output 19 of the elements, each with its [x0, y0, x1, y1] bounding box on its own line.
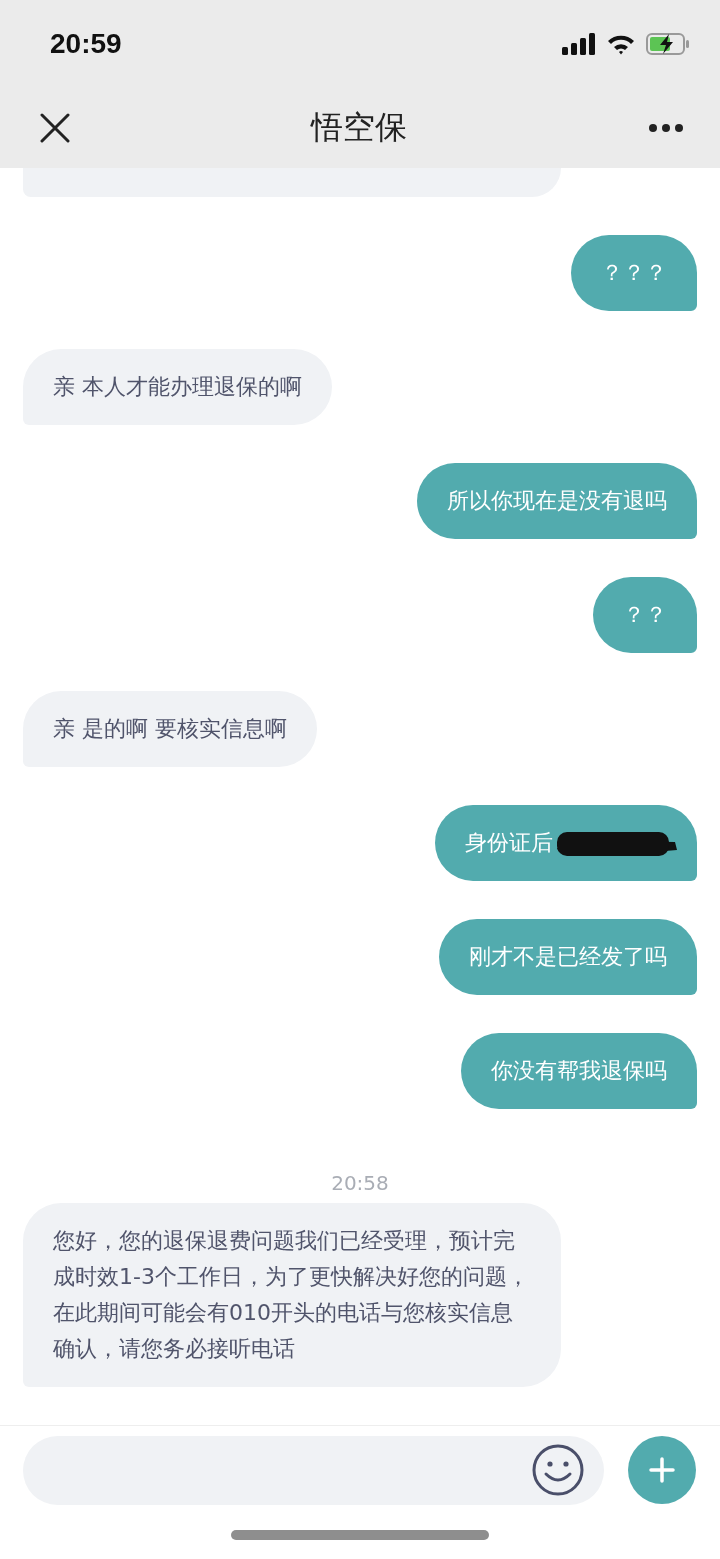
received-message: 您好，您的退保退费问题我们已经受理，预计完成时效1-3个工作日，为了更快解决好您的问题，在此期间可能会有010开头的电话与您核实信息确认，请您务必接听电话 [23, 1203, 561, 1387]
battery-charging-icon [646, 33, 690, 55]
close-icon[interactable] [40, 113, 70, 143]
signal-icon [562, 33, 596, 55]
chat-title: 悟空保 [311, 107, 407, 148]
received-message: 亲 本人才能办理退保的啊 [23, 349, 332, 425]
emoji-icon[interactable] [532, 1444, 584, 1496]
plus-icon [649, 1457, 675, 1483]
received-message: 亲 是的啊 要核实信息啊 [23, 691, 317, 767]
sent-message: ？？ [593, 577, 697, 653]
sent-message: 刚才不是已经发了吗 [439, 919, 697, 995]
sent-message: 你没有帮我退保吗 [461, 1033, 697, 1109]
message-time: 20:58 [331, 1171, 389, 1195]
status-time: 20:59 [50, 28, 122, 60]
sent-message: 所以你现在是没有退吗 [417, 463, 697, 539]
wifi-icon [606, 33, 636, 55]
sent-message-redacted: 身份证后 [435, 805, 697, 881]
sent-message: ？？？ [571, 235, 697, 311]
more-icon[interactable] [648, 123, 684, 133]
